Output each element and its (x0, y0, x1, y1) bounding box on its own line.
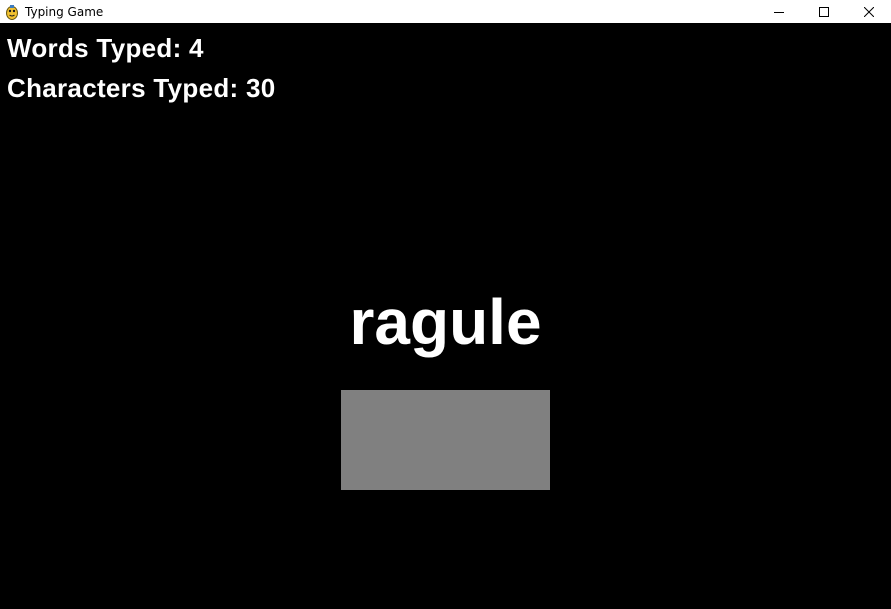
close-button[interactable] (846, 0, 891, 23)
game-window: Typing Game Words Typed: 4 Characters Ty… (0, 0, 891, 609)
minimize-button[interactable] (756, 0, 801, 23)
window-controls (756, 0, 891, 23)
words-typed-counter: Words Typed: 4 (7, 33, 204, 63)
minimize-icon (773, 11, 784, 13)
maximize-button[interactable] (801, 0, 846, 23)
typing-input-box[interactable] (341, 390, 550, 490)
game-canvas[interactable]: Words Typed: 4 Characters Typed: 30 ragu… (0, 23, 891, 609)
pygame-snake-icon (6, 4, 18, 20)
window-title: Typing Game (25, 4, 104, 19)
target-word: ragule (349, 286, 542, 358)
maximize-icon (818, 6, 829, 17)
title-bar[interactable]: Typing Game (0, 0, 891, 23)
characters-typed-counter: Characters Typed: 30 (7, 73, 276, 103)
close-icon (863, 6, 874, 17)
